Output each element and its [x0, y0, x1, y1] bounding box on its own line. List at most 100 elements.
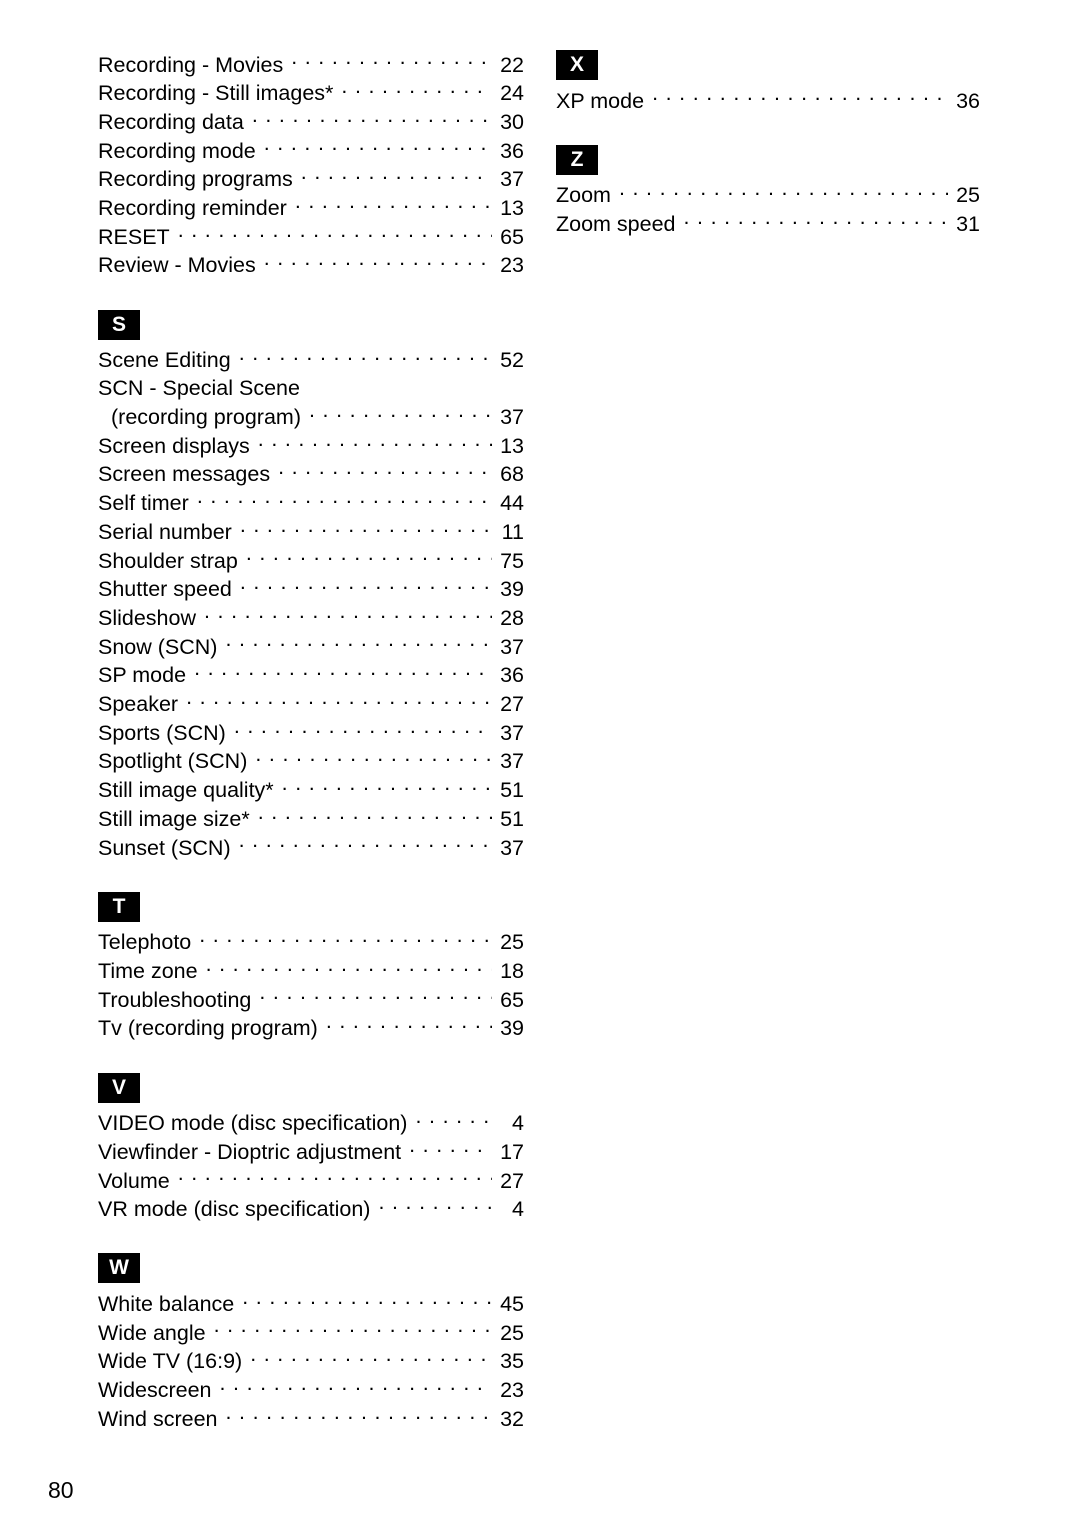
index-entry-label: RESET: [98, 224, 170, 249]
index-entry[interactable]: Scene Editing 52: [98, 346, 524, 375]
page-number: 80: [48, 1477, 74, 1503]
dot-leader: [206, 956, 492, 978]
index-entry[interactable]: Wide angle 25: [98, 1318, 524, 1347]
dot-leader: [197, 489, 492, 511]
index-entry[interactable]: Screen messages 68: [98, 460, 524, 489]
index-entry-page: 35: [500, 1349, 524, 1374]
index-entry-label: (recording program): [111, 405, 301, 430]
index-entry-label: Zoom: [556, 183, 611, 208]
index-entry[interactable]: Zoom 25: [556, 181, 980, 210]
index-entry-page: 36: [500, 663, 524, 688]
index-entry[interactable]: Still image size* 51: [98, 804, 524, 833]
index-entry[interactable]: Spotlight (SCN) 37: [98, 747, 524, 776]
dot-leader: [652, 86, 948, 108]
index-entry[interactable]: (recording program) 37: [98, 403, 524, 432]
index-entry-label: Self timer: [98, 491, 189, 516]
index-entry[interactable]: Zoom speed 31: [556, 209, 980, 238]
index-entry[interactable]: Shutter speed 39: [98, 575, 524, 604]
index-entry-page: 36: [500, 138, 524, 163]
dot-leader: [186, 690, 492, 712]
index-entry[interactable]: Recording data 30: [98, 107, 524, 136]
index-entry[interactable]: Recording reminder 13: [98, 194, 524, 223]
dot-leader: [250, 1347, 492, 1369]
index-entry[interactable]: Viewfinder - Dioptric adjustment 17: [98, 1137, 524, 1166]
index-entry-page: 4: [512, 1197, 524, 1222]
index-entry[interactable]: Wide TV (16:9) 35: [98, 1347, 524, 1376]
index-entry[interactable]: Troubleshooting 65: [98, 985, 524, 1014]
index-entry-page: 51: [500, 778, 524, 803]
dot-leader: [214, 1318, 492, 1340]
index-entry[interactable]: RESET 65: [98, 222, 524, 251]
index-entry-label: Tv (recording program): [98, 1016, 318, 1041]
index-entry[interactable]: Time zone 18: [98, 956, 524, 985]
dot-leader: [415, 1109, 492, 1131]
index-entry[interactable]: Serial number 11: [98, 517, 524, 546]
index-entry-page: 37: [500, 634, 524, 659]
section-letter-badge: W: [98, 1253, 140, 1284]
index-entry-page: 68: [500, 462, 524, 487]
index-entry-page: 23: [500, 253, 524, 278]
index-entry[interactable]: Recording mode 36: [98, 136, 524, 165]
index-entry-label: Viewfinder - Dioptric adjustment: [98, 1139, 402, 1164]
index-entry-label: VIDEO mode (disc specification): [98, 1111, 408, 1136]
index-entry[interactable]: Recording - Movies 22: [98, 50, 524, 79]
index-entry[interactable]: Screen displays 13: [98, 431, 524, 460]
section-letter-z: Z: [556, 144, 980, 175]
index-entry-page: 65: [500, 987, 524, 1012]
index-entry[interactable]: Self timer 44: [98, 489, 524, 518]
index-entry[interactable]: SP mode 36: [98, 661, 524, 690]
index-entry-label: SCN - Special Scene: [98, 376, 300, 401]
index-entry[interactable]: Still image quality* 51: [98, 776, 524, 805]
index-entry[interactable]: Tv (recording program) 39: [98, 1014, 524, 1043]
index-entry-page: 75: [500, 548, 524, 573]
dot-leader: [295, 194, 492, 216]
index-entry-page: 25: [500, 1320, 524, 1345]
index-entry-page: 18: [500, 958, 524, 983]
index-entry-page: 37: [500, 835, 524, 860]
dot-leader: [239, 346, 492, 368]
index-entry-page: 27: [500, 1168, 524, 1193]
index-entry-label: XP mode: [556, 88, 645, 113]
index-entry-label: Recording programs: [98, 167, 293, 192]
index-entry[interactable]: Wind screen 32: [98, 1404, 524, 1433]
index-entry-page: 13: [500, 196, 524, 221]
dot-leader: [282, 776, 492, 798]
index-entry-label: Telephoto: [98, 930, 192, 955]
index-entry-label: Slideshow: [98, 605, 196, 630]
index-entry[interactable]: Slideshow 28: [98, 603, 524, 632]
index-entry-page: 25: [500, 930, 524, 955]
dot-leader: [341, 79, 492, 101]
index-entry-label: Time zone: [98, 958, 198, 983]
index-entry[interactable]: Snow (SCN) 37: [98, 632, 524, 661]
index-entry[interactable]: Sports (SCN) 37: [98, 718, 524, 747]
index-entry[interactable]: VR mode (disc specification) 4: [98, 1195, 524, 1224]
index-entry-label: Speaker: [98, 692, 179, 717]
dot-leader: [178, 1166, 492, 1188]
index-entry[interactable]: Recording - Still images* 24: [98, 79, 524, 108]
index-entry-page: 51: [500, 806, 524, 831]
index-entry[interactable]: Volume 27: [98, 1166, 524, 1195]
index-entry-label: Still image size*: [98, 806, 250, 831]
dot-leader: [252, 107, 492, 129]
index-entry-label: Sunset (SCN): [98, 835, 231, 860]
index-entry[interactable]: White balance 45: [98, 1289, 524, 1318]
index-entry[interactable]: XP mode 36: [556, 86, 980, 115]
index-entry[interactable]: Sunset (SCN) 37: [98, 833, 524, 862]
index-entry[interactable]: Recording programs 37: [98, 165, 524, 194]
index-entry-page: 37: [500, 749, 524, 774]
index-entry[interactable]: Widescreen 23: [98, 1376, 524, 1405]
index-entry[interactable]: VIDEO mode (disc specification) 4: [98, 1109, 524, 1138]
index-entry-page: 27: [500, 692, 524, 717]
index-entry[interactable]: Speaker 27: [98, 690, 524, 719]
index-entry[interactable]: Telephoto 25: [98, 928, 524, 957]
index-entry-label: Recording - Still images*: [98, 81, 334, 106]
index-entry[interactable]: Review - Movies 23: [98, 251, 524, 280]
index-entry-label: Zoom speed: [556, 211, 676, 236]
index-entry-page: 24: [500, 81, 524, 106]
index-page: Recording - Movies22Recording - Still im…: [0, 0, 1080, 1534]
index-entry[interactable]: Shoulder strap 75: [98, 546, 524, 575]
index-entry[interactable]: SCN - Special Scene: [98, 374, 524, 402]
index-entry-page: 30: [500, 109, 524, 134]
